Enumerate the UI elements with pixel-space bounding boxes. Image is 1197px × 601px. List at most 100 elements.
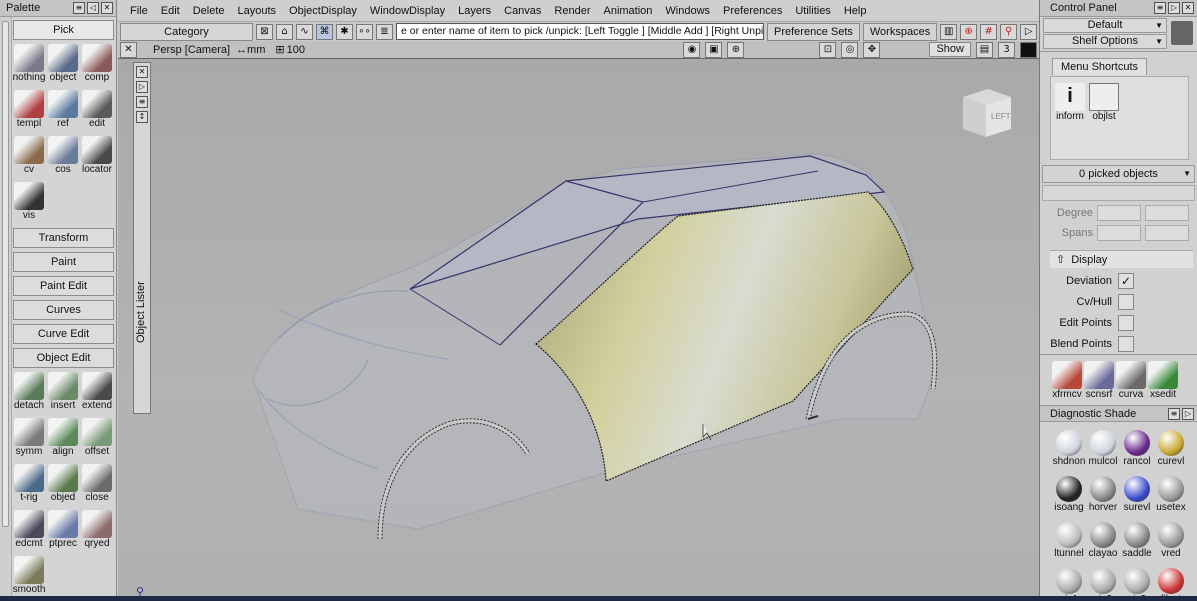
magnet-icon[interactable]: ⚲ (1000, 23, 1018, 40)
close-tool[interactable]: close (80, 464, 114, 506)
edcmt-tool[interactable]: edcmt (12, 510, 46, 552)
more-arrow-icon[interactable]: ▷ (1020, 23, 1038, 40)
snap-icon[interactable]: ⊕ (960, 23, 978, 40)
section-object-edit[interactable]: Object Edit (13, 348, 114, 368)
usetex-tool[interactable]: usetex (1154, 474, 1188, 514)
curva-tool[interactable]: curva (1116, 361, 1146, 403)
display-opt-checkbox[interactable] (1118, 314, 1134, 331)
shdnon-tool[interactable]: shdnon (1052, 428, 1086, 468)
pick-cv-icon[interactable]: ✱ (336, 23, 353, 40)
pick-list-icon[interactable]: ≣ (376, 23, 393, 40)
menu-animation[interactable]: Animation (598, 5, 660, 17)
section-paint[interactable]: Paint (13, 252, 114, 272)
diag-list-icon[interactable]: ≡ (1168, 407, 1180, 420)
display-opt-checkbox[interactable] (1118, 335, 1134, 352)
lister-sort-icon[interactable]: ↕ (136, 111, 148, 123)
offset-tool[interactable]: offset (80, 418, 114, 460)
vred-tool[interactable]: vred (1154, 520, 1188, 560)
palette-scrollbar[interactable] (0, 17, 12, 601)
menu-shortcuts-tab[interactable]: Menu Shortcuts (1052, 58, 1148, 75)
orbit-icon[interactable]: ◎ (841, 41, 859, 58)
menu-windowdisplay[interactable]: WindowDisplay (364, 5, 452, 17)
pick-mode-icon[interactable]: ⊠ (256, 23, 273, 40)
pick-tab[interactable]: Pick (13, 20, 114, 40)
objed-tool[interactable]: objed (46, 464, 80, 506)
pick-points-icon[interactable]: ∘∘ (356, 23, 373, 40)
frame-icon[interactable]: ⊡ (819, 41, 837, 58)
templ-tool[interactable]: templ (12, 90, 46, 132)
cv-tool[interactable]: cv (12, 136, 46, 178)
camera-icon[interactable]: ◉ (683, 41, 701, 58)
preset-dropdown[interactable]: Default ▼ (1043, 18, 1167, 33)
display-opt-checkbox[interactable] (1118, 293, 1134, 310)
list-icon[interactable]: ≡ (73, 2, 85, 14)
comp-tool[interactable]: comp (80, 44, 114, 86)
nothing-tool[interactable]: nothing (12, 44, 46, 86)
menu-layers[interactable]: Layers (452, 5, 498, 17)
section-curves[interactable]: Curves (13, 300, 114, 320)
section-transform[interactable]: Transform (13, 228, 114, 248)
detach-tool[interactable]: detach (12, 372, 46, 414)
shelf-options-dropdown[interactable]: Shelf Options ▼ (1043, 34, 1167, 49)
grid-snap-icon[interactable]: # (980, 23, 998, 40)
pick-surfaces-icon[interactable]: ⌘ (316, 23, 333, 40)
menu-canvas[interactable]: Canvas (498, 5, 548, 17)
picked-list[interactable] (1042, 185, 1195, 201)
cp-list-icon[interactable]: ≡ (1154, 2, 1166, 14)
viewport-close-icon[interactable]: ✕ (120, 41, 137, 58)
mulcol-tool[interactable]: mulcol (1086, 428, 1120, 468)
align-tool[interactable]: align (46, 418, 80, 460)
collapse-icon[interactable]: ◁ (87, 2, 99, 14)
lister-expand-icon[interactable]: ▷ (136, 81, 148, 93)
display-section-header[interactable]: ⇧ Display (1050, 250, 1193, 268)
workspaces-button[interactable]: Workspaces (862, 22, 938, 41)
cp-close-icon[interactable]: ✕ (1182, 2, 1194, 14)
menu-delete[interactable]: Delete (187, 5, 232, 17)
close-icon[interactable]: ✕ (101, 2, 113, 14)
ref-tool[interactable]: ref (46, 90, 80, 132)
camera-label[interactable]: Persp [Camera] (153, 44, 230, 56)
scnsrf-tool[interactable]: scnsrf (1084, 361, 1114, 403)
pick-objects-icon[interactable]: ⌂ (276, 23, 293, 40)
layer-number[interactable]: 3 (998, 41, 1015, 58)
xfrmcv-tool[interactable]: xfrmcv (1052, 361, 1082, 403)
section-paint-edit[interactable]: Paint Edit (13, 276, 114, 296)
display-opt-checkbox[interactable]: ✓ (1118, 272, 1134, 289)
menu-windows[interactable]: Windows (659, 5, 717, 17)
menu-layouts[interactable]: Layouts (232, 5, 284, 17)
inform-tool[interactable]: i inform (1055, 83, 1085, 125)
pick-curves-icon[interactable]: ∿ (296, 23, 313, 40)
menu-preferences[interactable]: Preferences (717, 5, 789, 17)
picked-objects-dropdown[interactable]: 0 picked objects ▼ (1042, 165, 1195, 183)
preference-sets-button[interactable]: Preference Sets (767, 22, 860, 41)
trash-icon[interactable] (1171, 21, 1193, 45)
degree-v-field[interactable] (1145, 205, 1189, 221)
lister-list-icon[interactable]: ≡ (136, 96, 148, 108)
viewport-canvas[interactable]: LEFT ⚲ (118, 59, 1039, 601)
extend-tool[interactable]: extend (80, 372, 114, 414)
qryed-tool[interactable]: qryed (80, 510, 114, 552)
spans-u-field[interactable] (1097, 225, 1141, 241)
cos-tool[interactable]: cos (46, 136, 80, 178)
viewport-menu-icon[interactable]: ▤ (976, 41, 993, 58)
category-dropdown[interactable]: Category (120, 22, 253, 41)
menu-render[interactable]: Render (548, 5, 597, 17)
object-lister[interactable]: ✕ ▷ ≡ ↕ Object Lister (133, 62, 151, 414)
clayao-tool[interactable]: clayao (1086, 520, 1120, 560)
locator-tool[interactable]: locator (80, 136, 114, 178)
pan-icon[interactable]: ✥ (863, 41, 881, 58)
isoang-tool[interactable]: isoang (1052, 474, 1086, 514)
maximize-icon[interactable] (1020, 41, 1037, 58)
lister-close-icon[interactable]: ✕ (136, 66, 148, 78)
objlst-tool[interactable]: objlst (1089, 83, 1119, 125)
zoom-icon[interactable]: ⊕ (727, 41, 745, 58)
edit-tool[interactable]: edit (80, 90, 114, 132)
spans-v-field[interactable] (1145, 225, 1189, 241)
ptprec-tool[interactable]: ptprec (46, 510, 80, 552)
diag-expand-icon[interactable]: ▷ (1182, 407, 1194, 420)
ltunnel-tool[interactable]: ltunnel (1052, 520, 1086, 560)
xsedit-tool[interactable]: xsedit (1148, 361, 1178, 403)
scroll-thumb[interactable] (2, 21, 9, 527)
menu-file[interactable]: File (124, 5, 155, 17)
section-curve-edit[interactable]: Curve Edit (13, 324, 114, 344)
